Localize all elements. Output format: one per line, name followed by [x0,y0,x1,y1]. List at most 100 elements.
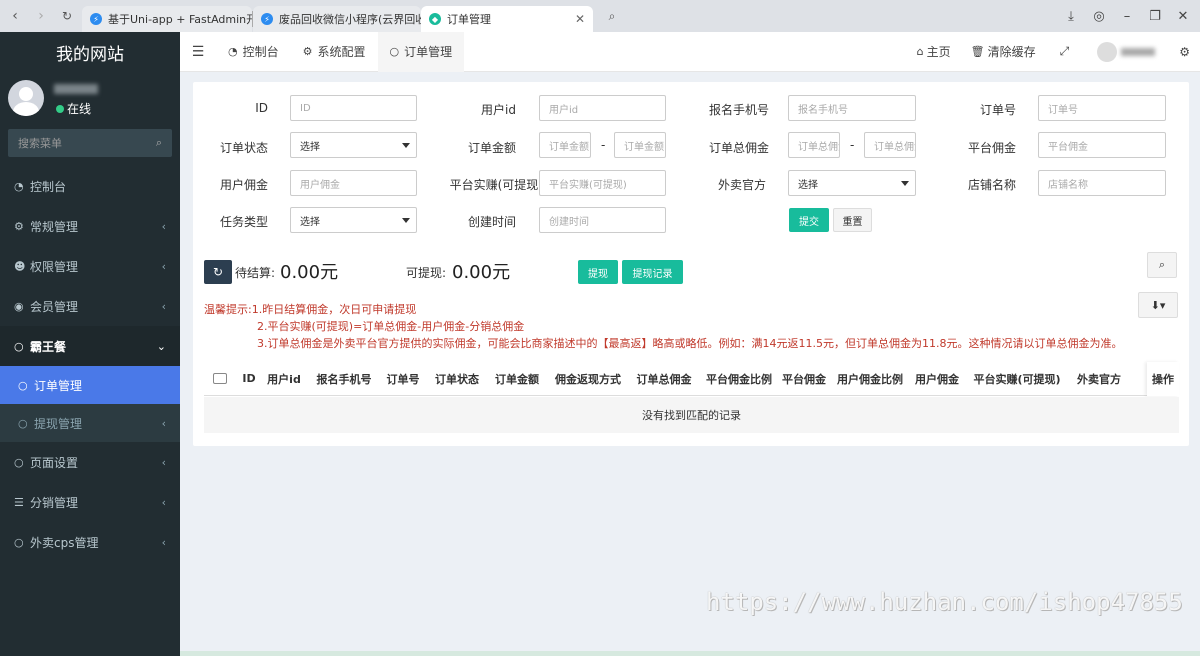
globe-icon[interactable]: ◎ [1090,9,1108,24]
plat-comm-label: 平台佣金 [967,141,1016,155]
status-strip [180,651,1200,656]
sidebar-item-dashboard[interactable]: ◔ 控制台 [0,166,180,206]
col-orderno[interactable]: 订单号 [379,371,427,387]
circle-icon: ○ [18,416,28,430]
col-user-ratio[interactable]: 用户佣金比例 [829,371,911,387]
close-icon[interactable]: ✕ [569,12,585,26]
total-comm-from-input[interactable]: 订单总佣金 [788,132,840,158]
reload-icon[interactable]: ↻ [56,5,78,27]
col-phone[interactable]: 报名手机号 [309,371,379,387]
col-cashback-mode[interactable]: 佣金返现方式 [547,371,629,387]
reset-button[interactable]: 重置 [833,208,872,232]
official-select[interactable]: 选择 [788,170,916,196]
col-id[interactable]: ID [239,372,259,385]
total-comm-to-input[interactable]: 订单总佣金 [864,132,916,158]
trash-icon: 🗑︎ [970,45,985,58]
minimize-icon[interactable]: – [1118,9,1136,24]
plat-comm-input[interactable]: 平台佣金 [1038,132,1166,158]
menu-search-input[interactable]: 搜索菜单 ⌕ [8,129,172,157]
col-plat-ratio[interactable]: 平台佣金比例 [699,371,779,387]
plat-real-label: 平台实赚(可提现) [449,178,543,192]
col-plat-comm[interactable]: 平台佣金 [779,371,829,387]
sidebar-item-member[interactable]: ◉ 会员管理 ‹ [0,286,180,326]
status-label: 订单状态 [219,141,268,155]
notice-line-1: 温馨提示:1.昨日结算佣金，次日可申请提现 [204,303,417,316]
sidebar-item-page-settings[interactable]: ○ 页面设置 ‹ [0,442,180,482]
uid-input[interactable]: 用户id [539,95,666,121]
id-label: ID [255,101,268,115]
sidebar-item-withdraw-manage[interactable]: ○ 提现管理 ‹ [0,404,180,442]
restore-icon[interactable]: ❐ [1146,9,1164,24]
status-select[interactable]: 选择 [290,132,417,158]
user-name-redacted [54,84,98,94]
sidebar-item-auth[interactable]: ☻ 权限管理 ‹ [0,246,180,286]
search-toggle-button[interactable]: ⌕ [1147,252,1177,278]
phone-input[interactable]: 报名手机号 [788,95,916,121]
col-official[interactable]: 外卖官方 [1071,371,1127,387]
col-plat-real[interactable]: 平台实赚(可提现) [963,371,1071,387]
col-status[interactable]: 订单状态 [427,371,487,387]
id-input[interactable]: ID [290,95,417,121]
orderno-label: 订单号 [979,103,1016,117]
avatar [8,80,44,116]
forward-icon[interactable]: › [30,5,52,27]
user-name-redacted [1121,47,1156,56]
order-panel: ID ID 用户id 用户id 报名手机号 报名手机号 订单号 订单号 订单状态… [193,82,1189,446]
sidebar-menu: ◔ 控制台 ⚙ 常规管理 ‹ ☻ 权限管理 ‹ ◉ 会员管理 ‹ ○ 霸王餐 ⌄… [0,166,180,562]
withdraw-button[interactable]: 提现 [578,260,618,284]
plat-real-input[interactable]: 平台实赚(可提现) [539,170,666,196]
sidebar-item-waimai-cps[interactable]: ○ 外卖cps管理 ‹ [0,522,180,562]
user-menu[interactable] [1083,41,1169,62]
chevron-left-icon: ‹ [161,535,166,549]
sidebar-item-bawangcan[interactable]: ○ 霸王餐 ⌄ [0,326,180,366]
task-label: 任务类型 [219,215,268,229]
sidebar-item-general[interactable]: ⚙ 常规管理 ‹ [0,206,180,246]
task-select[interactable]: 选择 [290,207,417,233]
site-logo[interactable]: 我的网站 [0,32,180,72]
home-link[interactable]: ⌂ 主页 [907,43,961,60]
settings-gear-icon[interactable]: ⚙ [1169,45,1200,59]
browser-tab-bar: ‹ › ↻ ⚡ 基于Uni-app + FastAdmin开发的 ⚡ 废品回收微… [0,0,1200,32]
user-comm-input[interactable]: 用户佣金 [290,170,417,196]
browser-tab-3[interactable]: ◆ 订单管理 ✕ [421,6,593,32]
withdraw-log-button[interactable]: 提现记录 [622,260,683,284]
col-uid[interactable]: 用户id [259,371,309,387]
tab-system-config[interactable]: ⚙ 系统配置 [291,32,378,72]
sidebar-item-order-manage[interactable]: ○ 订单管理 [0,366,180,404]
col-total-comm[interactable]: 订单总佣金 [629,371,699,387]
search-icon[interactable]: ⌕ [156,136,162,150]
amount-from-input[interactable]: 订单金额 [539,132,591,158]
col-amount[interactable]: 订单金额 [487,371,547,387]
sidebar-item-distribution[interactable]: ☰ 分销管理 ‹ [0,482,180,522]
clear-cache-button[interactable]: 🗑︎ 清除缓存 [961,43,1046,60]
select-all-checkbox[interactable] [213,373,227,384]
user-comm-label: 用户佣金 [219,178,268,192]
amount-to-input[interactable]: 订单金额 [614,132,666,158]
withdrawable-value: 0.00元 [452,262,511,283]
browser-tab-2[interactable]: ⚡ 废品回收微信小程序(云界回收系统 [253,6,421,32]
pending-value: 0.00元 [280,262,339,283]
col-user-comm[interactable]: 用户佣金 [911,371,963,387]
back-icon[interactable]: ‹ [4,5,26,27]
orderno-input[interactable]: 订单号 [1038,95,1166,121]
download-icon[interactable]: ⤓ [1062,9,1080,24]
export-icon: ⬇▾ [1150,298,1166,312]
dashboard-icon: ◔ [228,45,238,58]
fullscreen-icon[interactable]: ⤢ [1046,44,1084,59]
tab-search-icon[interactable]: ⌕ [601,5,623,27]
withdrawable-label: 可提现: [406,266,447,280]
watermark: https://www.huzhan.com/ishop47855 [706,588,1183,616]
app-icon: ◆ [429,13,441,25]
tab-order-manage[interactable]: ○ 订单管理 [377,31,465,72]
shop-input[interactable]: 店铺名称 [1038,170,1166,196]
menu-toggle-icon[interactable]: ☰ [180,44,216,60]
window-close-icon[interactable]: ✕ [1174,9,1192,24]
browser-tab-1[interactable]: ⚡ 基于Uni-app + FastAdmin开发的 [82,6,252,32]
tab-dashboard[interactable]: ◔ 控制台 [216,32,291,72]
online-dot-icon [56,104,64,113]
gear-icon: ⚙ [302,45,313,58]
created-input[interactable]: 创建时间 [539,207,666,233]
submit-button[interactable]: 提交 [789,208,829,232]
export-button[interactable]: ⬇▾ [1138,292,1178,318]
refresh-button[interactable]: ↻ [204,260,232,284]
